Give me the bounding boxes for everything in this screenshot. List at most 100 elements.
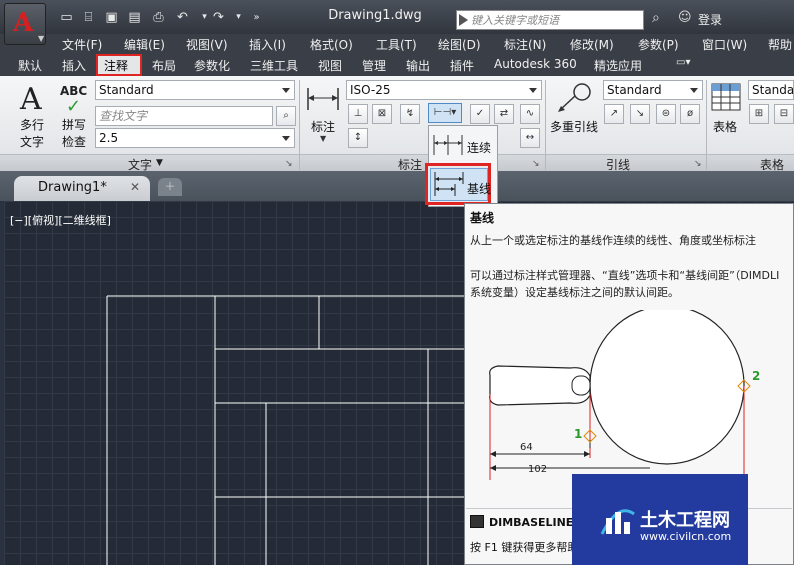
dim-override-icon[interactable]: ↔ [520,128,540,148]
tab-output[interactable]: 输出 [406,57,430,74]
menu-file[interactable]: 文件(F) [62,36,102,53]
dimension-64: 64 [520,442,533,453]
search-expand-icon[interactable] [459,14,468,26]
user-icon[interactable]: ☺ [678,10,692,25]
binoculars-icon[interactable]: ⌕ [652,10,660,26]
tab-3d-tools[interactable]: 三维工具 [250,57,298,74]
watermark-title: 土木工程网 [640,510,730,531]
document-tab-label[interactable]: Drawing1* [38,180,107,195]
dim-update-icon[interactable]: ✓ [470,104,490,124]
menu-format[interactable]: 格式(O) [310,36,353,53]
dim-style-value: ISO-25 [350,83,391,97]
dialog-launcher-icon[interactable]: ↘ [532,159,540,169]
menu-tools[interactable]: 工具(T) [376,36,417,53]
menu-help[interactable]: 帮助 [768,36,792,53]
dim-oblique-icon[interactable]: ↕ [348,128,368,148]
dim-jog-icon[interactable]: ∿ [520,104,540,124]
align-leaders-icon[interactable]: ⊜ [656,104,676,124]
chevron-down-icon: ▼ [38,34,45,43]
baseline-option-label[interactable]: 基线 [467,180,491,197]
table-icon[interactable] [711,83,741,113]
link-data-icon[interactable]: ⊟ [774,104,794,124]
save-icon[interactable]: ▣ [103,9,120,26]
find-replace-icon[interactable]: ⌕ [276,106,296,126]
close-icon[interactable]: ✕ [130,180,140,194]
tab-annotate[interactable]: 注释 [104,57,128,74]
login-link[interactable]: 登录 [698,11,722,28]
mtext-label-2[interactable]: 文字 [20,133,44,150]
menu-dimension[interactable]: 标注(N) [504,36,546,53]
dim-style-select[interactable]: ISO-25 [346,80,542,100]
tab-default[interactable]: 默认 [18,57,42,74]
continue-dimension-icon[interactable] [432,133,464,157]
spell-check-label-2[interactable]: 检查 [62,133,86,150]
remove-leader-icon[interactable]: ↘ [630,104,650,124]
text-style-select[interactable]: Standard [95,80,295,100]
continue-baseline-split-button[interactable]: ⊢⊣▾ [428,103,462,123]
table-style-select[interactable]: Standard [748,80,794,100]
table-label[interactable]: 表格 [713,118,737,135]
search-box[interactable] [456,10,644,30]
spell-check-label-1[interactable]: 拼写 [62,116,86,133]
dim-reassociate-icon[interactable]: ⇄ [494,104,514,124]
tooltip-illustration: 64 102 1 2 [489,310,760,480]
leader-style-select[interactable]: Standard [603,80,703,100]
baseline-dimension-icon[interactable] [433,170,465,198]
more-commands-icon[interactable]: » [248,9,265,26]
chevron-down-icon[interactable]: ▼ [156,158,163,168]
menu-parametric[interactable]: 参数(P) [638,36,679,53]
dim-break-icon[interactable]: ⊠ [372,104,392,124]
tooltip-command: DIMBASELINE [489,516,574,529]
find-text-input[interactable]: 查找文字 [95,106,273,126]
dimension-102: 102 [528,464,547,475]
tooltip-title: 基线 [470,211,495,225]
dim-space-icon[interactable]: ⊥ [348,104,368,124]
text-height-value: 2.5 [99,131,119,145]
multileader-icon[interactable] [556,82,592,114]
mtext-icon[interactable]: A [20,82,42,117]
checkmark-icon: ✓ [66,96,82,117]
application-menu-button[interactable]: A ▼ [4,3,46,45]
collect-leaders-icon[interactable]: ø [680,104,700,124]
point-1-label: 1 [574,427,582,441]
save-as-icon[interactable]: ▤ [126,9,143,26]
undo-icon[interactable]: ↶ [174,9,191,26]
panel-title-bar [0,154,794,171]
tab-featured-apps[interactable]: 精选应用 [594,57,642,74]
text-height-select[interactable]: 2.5 [95,128,295,148]
ribbon-options-icon[interactable]: ▭▾ [676,57,690,68]
dim-inspect-icon[interactable]: ↯ [400,104,420,124]
tab-autodesk-360[interactable]: Autodesk 360 [494,57,577,71]
menu-insert[interactable]: 插入(I) [249,36,286,53]
menu-modify[interactable]: 修改(M) [570,36,614,53]
tab-view[interactable]: 视图 [318,57,342,74]
redo-icon[interactable]: ↷ [210,9,227,26]
autocad-logo-icon: A [13,8,34,38]
add-leader-icon[interactable]: ↗ [604,104,624,124]
dialog-launcher-icon[interactable]: ↘ [694,159,702,169]
tab-insert[interactable]: 插入 [62,57,86,74]
menu-edit[interactable]: 编辑(E) [124,36,165,53]
tab-layout[interactable]: 布局 [152,57,176,74]
extract-data-icon[interactable]: ⊞ [749,104,769,124]
print-icon[interactable]: ⎙ [150,9,167,26]
menu-draw[interactable]: 绘图(D) [438,36,481,53]
tab-manage[interactable]: 管理 [362,57,386,74]
open-file-icon[interactable]: ⌸ [80,9,97,26]
redo-dropdown-icon[interactable]: ▾ [230,9,247,26]
linear-dimension-icon[interactable] [306,84,340,114]
tab-parametric[interactable]: 参数化 [194,57,230,74]
search-input[interactable] [471,11,641,29]
chevron-down-icon[interactable]: ▼ [320,134,326,143]
continue-option-label[interactable]: 连续 [467,139,491,156]
tab-plugins[interactable]: 插件 [450,57,474,74]
multileader-label[interactable]: 多重引线 [550,118,598,135]
dimension-label[interactable]: 标注 [311,118,335,135]
menu-view[interactable]: 视图(V) [186,36,228,53]
document-title: Drawing1.dwg [328,8,422,23]
menu-window[interactable]: 窗口(W) [702,36,747,53]
dialog-launcher-icon[interactable]: ↘ [285,159,293,169]
mtext-label-1[interactable]: 多行 [20,116,44,133]
new-file-icon[interactable]: ▭ [58,9,75,26]
new-tab-button[interactable]: ＋ [158,178,182,196]
